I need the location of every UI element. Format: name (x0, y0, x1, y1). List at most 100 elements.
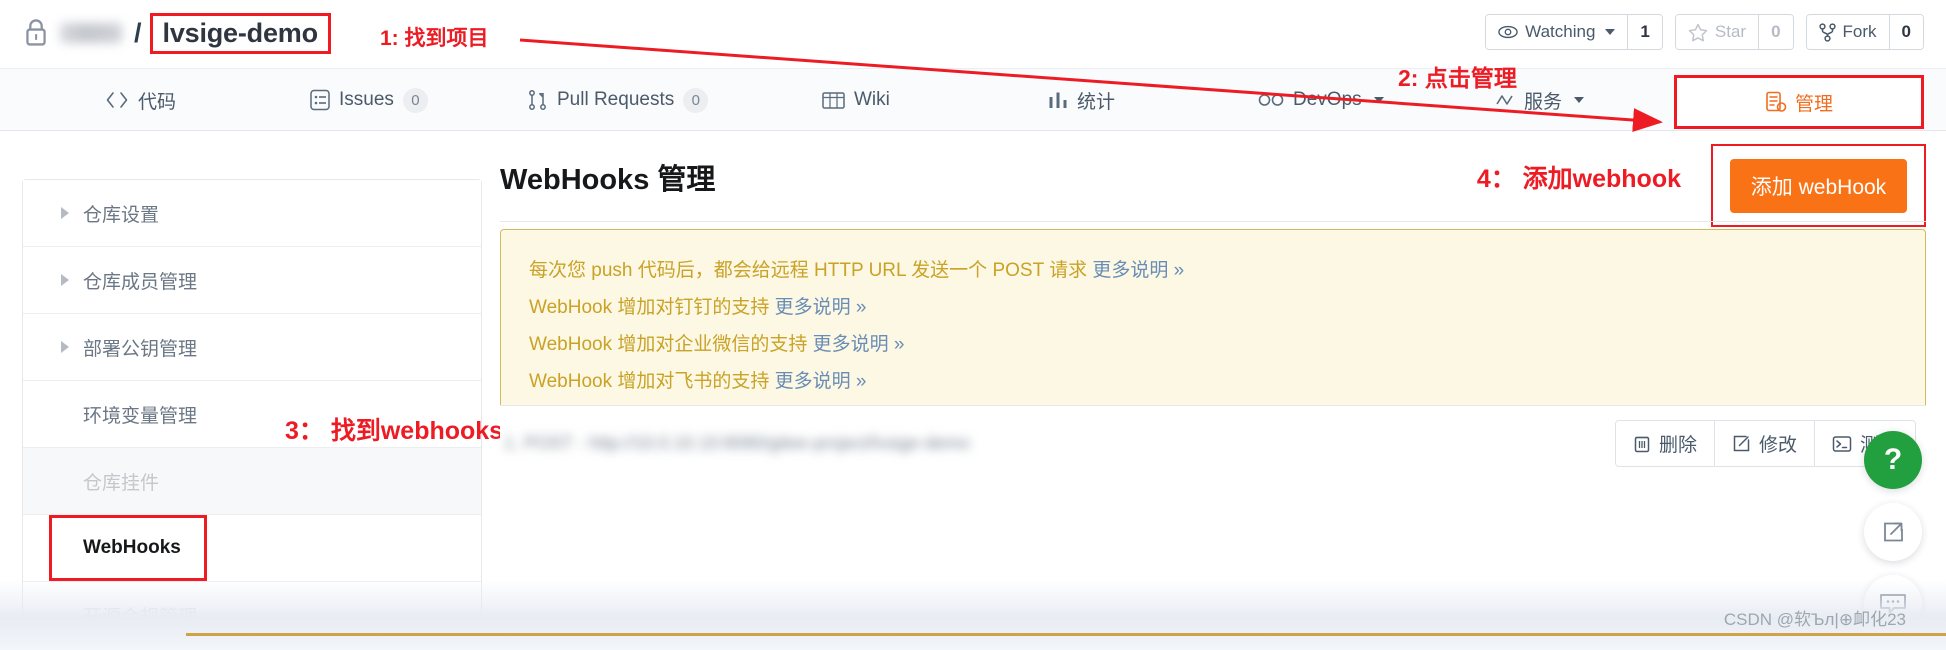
code-icon (105, 91, 129, 109)
nav-item-code[interactable]: 代码 (105, 69, 176, 131)
sidebar-item-members[interactable]: 仓库成员管理 (23, 247, 481, 314)
chevron-right-icon (61, 274, 69, 286)
nav-label-manage: 管理 (1794, 93, 1833, 115)
nav-label-service: 服务 (1524, 91, 1563, 113)
sidebar-label-members: 仓库成员管理 (83, 271, 198, 293)
help-button[interactable]: ? (1864, 431, 1922, 489)
chevron-down-icon (1605, 29, 1616, 35)
annotation-2: 2: 点击管理 (1398, 65, 1517, 91)
bottom-gold-rule (186, 633, 1946, 636)
alert-link-4[interactable]: 更多说明 » (775, 371, 867, 392)
sidebar-item-webhooks[interactable]: WebHooks (23, 515, 481, 582)
sidebar-label-widgets: 仓库挂件 (83, 472, 160, 494)
alert-link-3[interactable]: 更多说明 » (813, 334, 905, 355)
alert-line-4: WebHook 增加对飞书的支持 更多说明 » (529, 363, 1897, 400)
breadcrumb-separator: / (134, 17, 142, 48)
nav-label-issues: Issues (339, 89, 394, 110)
chevron-right-icon (61, 207, 69, 219)
alert-line-1: 每次您 push 代码后，都会给远程 HTTP URL 发送一个 POST 请求… (529, 252, 1897, 289)
star-button-group[interactable]: Star 0 (1674, 14, 1794, 50)
share-button[interactable] (1864, 503, 1922, 561)
title-divider (500, 221, 1926, 222)
repo-action-buttons: Watching 1 Star 0 Fork 0 (1485, 14, 1924, 50)
annotation-1: 1: 找到项目 (380, 27, 489, 50)
nav-badge-pull-requests: 0 (683, 87, 709, 113)
sidebar-item-widgets[interactable]: 仓库挂件 (23, 448, 481, 515)
sidebar-label-webhooks: WebHooks (83, 537, 181, 558)
fork-icon (1818, 22, 1836, 42)
webhook-info-alert: 每次您 push 代码后，都会给远程 HTTP URL 发送一个 POST 请求… (500, 229, 1926, 421)
sidebar-label-compliance: 开源合规管理 (83, 607, 198, 628)
alert-link-1[interactable]: 更多说明 » (1092, 260, 1184, 281)
star-button[interactable]: Star (1675, 15, 1759, 49)
eye-icon (1498, 25, 1518, 39)
sidebar-item-repo-settings[interactable]: 仓库设置 (23, 180, 481, 247)
fork-button[interactable]: Fork (1806, 15, 1889, 49)
alert-link-2[interactable]: 更多说明 » (775, 297, 867, 318)
nav-item-pull-requests[interactable]: Pull Requests 0 (528, 69, 709, 131)
devops-icon (1258, 93, 1284, 107)
wiki-icon (822, 91, 845, 110)
alert-text-2: WebHook 增加对钉钉的支持 (529, 297, 775, 318)
nav-item-devops[interactable]: DevOps (1258, 69, 1384, 131)
page-content: 仓库设置 仓库成员管理 部署公钥管理 环境变量管理 仓库挂件 WebHooks … (0, 131, 1946, 650)
repo-name[interactable]: lvsige-demo (149, 12, 331, 54)
alert-text-4: WebHook 增加对飞书的支持 (529, 371, 775, 392)
repo-header: / lvsige-demo 1: 找到项目 Watching 1 Star 0 … (0, 0, 1946, 68)
nav-badge-issues: 0 (402, 87, 428, 113)
watching-button[interactable]: Watching (1486, 15, 1628, 49)
terminal-icon (1832, 435, 1852, 453)
watching-button-group[interactable]: Watching 1 (1485, 14, 1663, 50)
nav-item-issues[interactable]: Issues 0 (310, 69, 428, 131)
chevron-right-icon (61, 341, 69, 353)
nav-label-wiki: Wiki (854, 89, 890, 110)
fork-button-group[interactable]: Fork 0 (1805, 14, 1924, 50)
pull-request-icon (528, 89, 548, 111)
star-icon (1688, 23, 1708, 42)
manage-icon (1765, 91, 1787, 113)
alert-line-2: WebHook 增加对钉钉的支持 更多说明 » (529, 289, 1897, 326)
delete-label: 删除 (1658, 435, 1697, 456)
nav-label-pull-requests: Pull Requests (557, 89, 675, 110)
nav-item-manage[interactable]: 管理 (1674, 75, 1924, 129)
alert-text-3: WebHook 增加对企业微信的支持 (529, 334, 813, 355)
nav-label-code: 代码 (138, 91, 177, 113)
delete-webhook-button[interactable]: 删除 (1615, 421, 1715, 466)
sidebar-item-compliance[interactable]: 开源合规管理 (23, 582, 481, 649)
share-icon (1880, 519, 1906, 545)
highlight-box-add-webhook: 添加 webHook (1711, 144, 1926, 227)
nav-item-wiki[interactable]: Wiki (822, 69, 890, 131)
edit-webhook-button[interactable]: 修改 (1714, 421, 1815, 466)
sidebar-label-repo-settings: 仓库设置 (83, 204, 160, 226)
webhook-url-redacted[interactable]: 1. POST - http://10.0.10.10:8080/gitee-p… (500, 433, 970, 454)
chevron-down-icon-service (1574, 97, 1585, 103)
fork-count: 0 (1888, 15, 1923, 49)
issues-icon (310, 89, 330, 111)
alert-text-1: 每次您 push 代码后，都会给远程 HTTP URL 发送一个 POST 请求 (529, 260, 1093, 281)
nav-label-stats: 统计 (1077, 91, 1116, 113)
watermark: CSDN @软Ъл|⊕卹化23 (1723, 610, 1906, 629)
repo-nav: 代码 Issues 0 Pull Requests 0 Wiki 统计 DevO… (0, 65, 1946, 131)
edit-icon (1732, 434, 1751, 453)
nav-label-devops: DevOps (1293, 89, 1362, 110)
stats-icon (1048, 91, 1068, 110)
trash-icon (1633, 434, 1651, 453)
fork-label: Fork (1842, 22, 1877, 41)
star-label: Star (1714, 22, 1747, 41)
sidebar-label-deploy-keys: 部署公钥管理 (83, 338, 198, 360)
alert-line-3: WebHook 增加对企业微信的支持 更多说明 » (529, 326, 1897, 363)
webhook-list-row: 1. POST - http://10.0.10.10:8080/gitee-p… (500, 405, 1926, 481)
owner-name-redacted[interactable] (60, 23, 122, 43)
watching-label: Watching (1525, 22, 1596, 41)
nav-item-stats[interactable]: 统计 (1048, 69, 1115, 131)
sidebar-item-deploy-keys[interactable]: 部署公钥管理 (23, 314, 481, 381)
breadcrumb: / lvsige-demo (22, 8, 331, 58)
edit-label: 修改 (1758, 435, 1797, 456)
add-webhook-button[interactable]: 添加 webHook (1729, 158, 1908, 213)
annotation-3: 3： 找到webhooks (285, 417, 504, 445)
page-title: WebHooks 管理 (500, 164, 716, 196)
watching-count: 1 (1627, 15, 1662, 49)
lock-icon (22, 17, 50, 49)
chevron-down-icon-devops (1373, 97, 1384, 103)
help-icon: ? (1883, 443, 1903, 476)
